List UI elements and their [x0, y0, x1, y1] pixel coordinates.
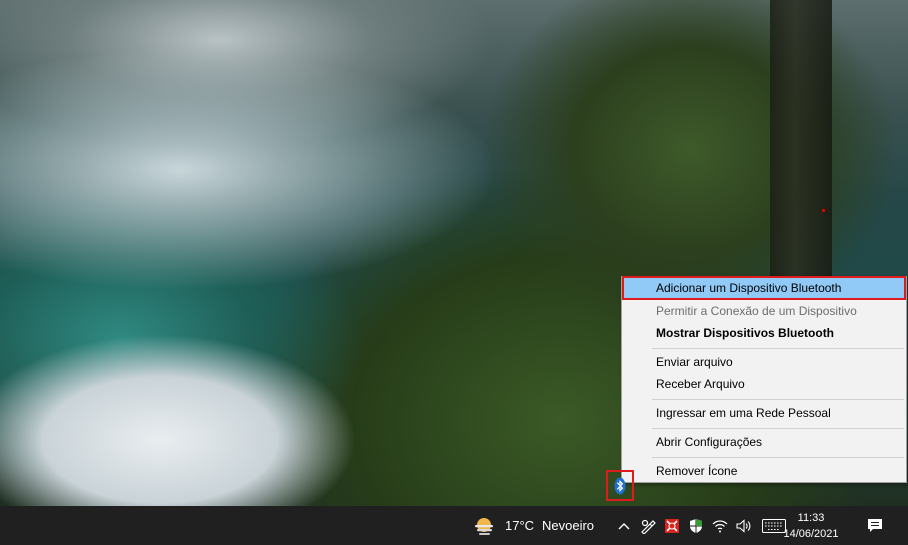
fog-sun-icon [475, 517, 493, 535]
weather-condition[interactable]: Nevoeiro [542, 506, 594, 545]
wifi-icon[interactable] [708, 506, 732, 545]
menu-item-allow-device-connection[interactable]: Permitir a Conexão de um Dispositivo [624, 301, 904, 321]
red-marker [822, 209, 825, 212]
weather-temperature[interactable]: 17°C [505, 506, 534, 545]
menu-item-add-bluetooth-device[interactable]: Adicionar um Dispositivo Bluetooth [622, 276, 906, 300]
antivirus-icon[interactable] [660, 506, 684, 545]
pen-workspace-icon[interactable] [636, 506, 660, 545]
menu-separator [652, 457, 904, 458]
bluetooth-tray-icon[interactable] [606, 470, 634, 501]
bluetooth-icon [614, 477, 626, 494]
menu-item-receive-file[interactable]: Receber Arquivo [624, 374, 904, 394]
chevron-up-icon[interactable] [612, 506, 636, 545]
action-center-button[interactable] [860, 506, 890, 545]
menu-separator [652, 428, 904, 429]
clock-time: 11:33 [797, 511, 825, 524]
menu-separator [652, 348, 904, 349]
menu-separator [652, 399, 904, 400]
windows-security-icon[interactable] [684, 506, 708, 545]
speaker-icon[interactable] [732, 506, 756, 545]
bluetooth-context-menu: Adicionar um Dispositivo Bluetooth Permi… [621, 276, 907, 483]
action-center-icon [868, 518, 882, 532]
menu-item-remove-icon[interactable]: Remover Ícone [624, 461, 904, 481]
menu-item-join-personal-network[interactable]: Ingressar em uma Rede Pessoal [624, 403, 904, 423]
taskbar: 17°C Nevoeiro 11:33 14/06/2021 [0, 506, 908, 545]
clock-date: 14/06/2021 [783, 527, 839, 540]
menu-item-open-settings[interactable]: Abrir Configurações [624, 432, 904, 452]
weather-widget[interactable] [472, 506, 496, 545]
system-tray [612, 506, 792, 545]
menu-item-send-file[interactable]: Enviar arquivo [624, 352, 904, 372]
taskbar-clock[interactable]: 11:33 14/06/2021 [783, 506, 839, 545]
menu-item-show-bluetooth-devices[interactable]: Mostrar Dispositivos Bluetooth [624, 323, 904, 343]
